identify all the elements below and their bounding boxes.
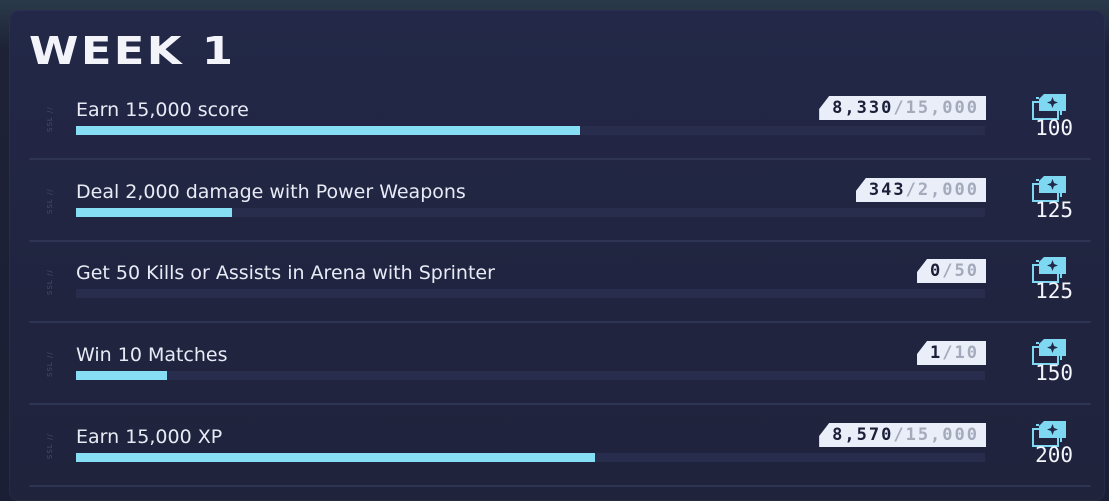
progress-bar [76,289,985,298]
challenge-row[interactable]: SSL // Deal 2,000 damage with Power Weap… [29,176,1091,242]
reward-amount: 150 [1035,361,1073,385]
challenge-row[interactable]: SSL // Earn 15,000 score 8,330/15,000 10… [29,94,1091,160]
reward: 100 [1017,92,1073,148]
row-divider [29,321,1091,323]
progress-bar-fill [76,208,232,217]
challenge-label: Earn 15,000 XP [76,426,223,448]
week-title: WEEK 1 [29,29,236,73]
progress-total: 15,000 [905,425,979,445]
progress-separator: / [893,98,906,118]
progress-counter: 8,570/15,000 [819,423,986,447]
challenge-row[interactable]: SSL // Earn 15,000 XP 8,570/15,000 200 [29,421,1091,487]
reward-amount: 125 [1035,198,1073,222]
progress-current: 8,330 [832,98,894,118]
reward-amount: 125 [1035,279,1073,303]
progress-separator: / [942,343,955,363]
reward: 125 [1017,255,1073,311]
progress-current: 1 [930,343,943,363]
progress-total: 2,000 [917,180,979,200]
progress-separator: / [893,425,906,445]
progress-bar [76,453,985,462]
challenge-tag: SSL // [46,269,54,295]
progress-separator: / [942,261,955,281]
progress-bar [76,208,985,217]
row-divider [29,485,1091,487]
progress-bar-fill [76,126,581,135]
progress-counter: 343/2,000 [855,178,986,202]
progress-total: 10 [954,343,979,363]
challenge-tag: SSL // [46,188,54,214]
progress-separator: / [905,180,918,200]
progress-counter: 1/10 [917,341,986,365]
progress-bar-fill [76,371,167,380]
row-divider [29,240,1091,242]
progress-counter: 8,330/15,000 [819,96,986,120]
reward: 200 [1017,419,1073,475]
progress-bar [76,126,985,135]
progress-total: 50 [954,261,979,281]
progress-current: 8,570 [832,425,894,445]
row-divider [29,158,1091,160]
challenge-row[interactable]: SSL // Get 50 Kills or Assists in Arena … [29,257,1091,323]
reward: 125 [1017,174,1073,230]
challenge-label: Deal 2,000 damage with Power Weapons [76,181,466,203]
reward-amount: 100 [1035,116,1073,140]
reward: 150 [1017,337,1073,393]
progress-bar-fill [76,453,596,462]
progress-counter: 0/50 [917,259,986,283]
progress-current: 343 [868,180,906,200]
progress-current: 0 [930,261,943,281]
row-divider [29,403,1091,405]
reward-amount: 200 [1035,443,1073,467]
progress-total: 15,000 [905,98,979,118]
challenge-label: Get 50 Kills or Assists in Arena with Sp… [76,262,495,284]
challenge-label: Earn 15,000 score [76,99,249,121]
challenge-tag: SSL // [46,351,54,377]
challenge-row[interactable]: SSL // Win 10 Matches 1/10 150 [29,339,1091,405]
challenge-tag: SSL // [46,433,54,459]
challenge-tag: SSL // [46,106,54,132]
challenge-label: Win 10 Matches [76,344,228,366]
progress-bar [76,371,985,380]
